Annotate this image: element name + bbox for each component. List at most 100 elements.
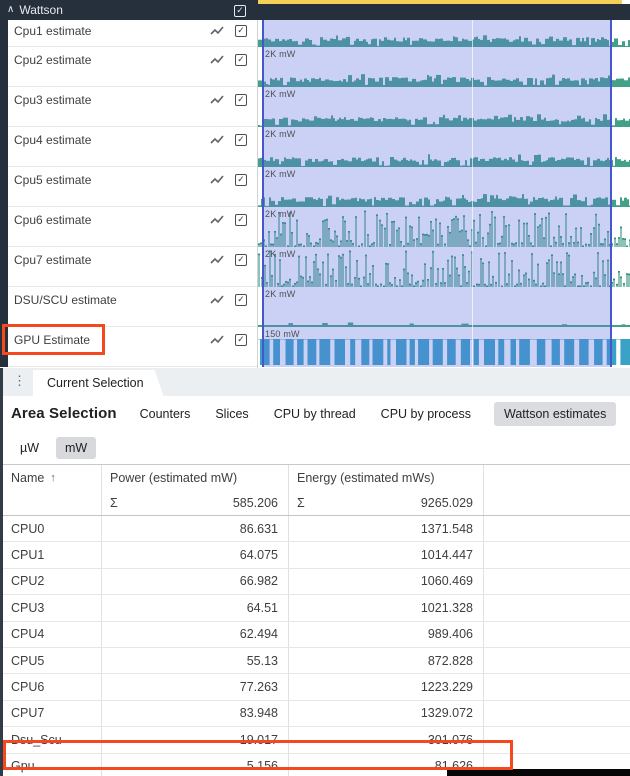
track-checkbox[interactable]: ✓ <box>235 334 247 346</box>
unit-toggle-µw[interactable]: µW <box>11 437 48 459</box>
track-group-header: ∧ Wattson ✓ <box>0 0 630 20</box>
filler-cell <box>483 569 630 594</box>
group-checkbox[interactable]: ✓ <box>234 5 246 17</box>
track-checkbox[interactable]: ✓ <box>235 134 247 146</box>
track-name-row[interactable]: Cpu4 estimate ✓ <box>8 127 257 167</box>
panel-menu-icon[interactable]: ⋮ <box>13 374 26 387</box>
track-checkbox[interactable]: ✓ <box>235 294 247 306</box>
name-cell: CPU0 <box>3 516 101 541</box>
minimap-end <box>622 0 630 4</box>
track-name-label: Cpu5 estimate <box>14 173 200 187</box>
table-row-dsu_scu: Dsu_Scu19.017301.076 <box>3 727 630 753</box>
line-chart-icon <box>210 95 225 105</box>
column-header-filler <box>483 465 630 490</box>
table-row-cpu4: CPU462.494989.406 <box>3 622 630 648</box>
track-name-label: Cpu7 estimate <box>14 253 200 267</box>
track-name-row[interactable]: DSU/SCU estimate✓ <box>8 287 257 327</box>
track-name-row[interactable]: Cpu3 estimate ✓ <box>8 87 257 127</box>
track-name-row[interactable]: Cpu6 estimate ✓ <box>8 207 257 247</box>
energy-cell: 1223.229 <box>288 674 483 699</box>
wattson-group-header[interactable]: ∧ Wattson ✓ <box>0 0 258 20</box>
name-cell: CPU4 <box>3 622 101 647</box>
filler-cell <box>483 701 630 726</box>
power-cell: 66.982 <box>101 569 288 594</box>
track-checkbox[interactable]: ✓ <box>235 94 247 106</box>
line-chart-icon <box>210 215 225 225</box>
power-cell: 64.075 <box>101 542 288 567</box>
detail-tab-wattson-estimates[interactable]: Wattson estimates <box>494 402 616 426</box>
column-header-energy[interactable]: Energy (estimated mWs) <box>288 465 483 490</box>
table-row-cpu3: CPU364.511021.328 <box>3 595 630 621</box>
track-checkbox[interactable]: ✓ <box>235 174 247 186</box>
track-checkbox[interactable]: ✓ <box>235 54 247 66</box>
filler-cell <box>483 648 630 673</box>
name-cell: CPU7 <box>3 701 101 726</box>
table-header-row: Name ↑ Power (estimated mW) Energy (esti… <box>3 465 630 490</box>
filler-cell <box>483 622 630 647</box>
unit-toggle-mw[interactable]: mW <box>56 437 96 459</box>
line-chart-icon <box>210 335 225 345</box>
line-chart-icon <box>210 55 225 65</box>
track-name-row[interactable]: Cpu1 estimate✓ <box>8 20 257 47</box>
table-sum-row: Σ 585.206 Σ 9265.029 <box>3 490 630 516</box>
detail-tab-slices[interactable]: Slices <box>213 402 250 426</box>
track-name-label: Cpu2 estimate <box>14 53 200 67</box>
track-checkbox[interactable]: ✓ <box>235 25 247 37</box>
wattson-table: Name ↑ Power (estimated mW) Energy (esti… <box>3 464 630 776</box>
line-chart-icon <box>210 175 225 185</box>
line-chart-icon <box>210 295 225 305</box>
energy-cell: 1371.548 <box>288 516 483 541</box>
track-rows: Cpu1 estimate✓Cpu2 estimate✓Cpu3 estimat… <box>0 20 630 368</box>
detail-tab-cpu-by-thread[interactable]: CPU by thread <box>272 402 358 426</box>
track-name-label: Cpu6 estimate <box>14 213 200 227</box>
track-name-row[interactable]: Cpu7 estimate ✓ <box>8 247 257 287</box>
track-scale-label: 2K mW <box>265 89 296 99</box>
track-name-label: Cpu3 estimate <box>14 93 200 107</box>
collapse-caret-icon[interactable]: ∧ <box>7 5 14 15</box>
track-scale-label: 2K mW <box>265 169 296 179</box>
track-checkbox[interactable]: ✓ <box>235 254 247 266</box>
panel-title: Area Selection <box>11 405 117 422</box>
table-row-cpu0: CPU086.6311371.548 <box>3 516 630 542</box>
tab-current-selection[interactable]: Current Selection <box>33 370 164 396</box>
track-name-row[interactable]: GPU Estimate✓ <box>8 327 257 367</box>
sigma-icon: Σ <box>110 496 118 510</box>
track-scale-label: 2K mW <box>265 49 296 59</box>
track-name-panel: Cpu1 estimate✓Cpu2 estimate✓Cpu3 estimat… <box>0 20 258 368</box>
column-header-power[interactable]: Power (estimated mW) <box>101 465 288 490</box>
unit-toggle-group: µW mW <box>3 431 630 464</box>
minimap-strip[interactable] <box>258 0 622 4</box>
energy-cell: 872.828 <box>288 648 483 673</box>
line-chart-icon <box>210 135 225 145</box>
column-header-name[interactable]: Name ↑ <box>3 465 101 490</box>
name-cell: CPU1 <box>3 542 101 567</box>
energy-cell: 1014.447 <box>288 542 483 567</box>
track-scale-label: 2K mW <box>265 249 296 259</box>
detail-tab-cpu-by-process[interactable]: CPU by process <box>379 402 473 426</box>
group-indicator-bar <box>0 20 8 367</box>
energy-total-cell: Σ 9265.029 <box>288 490 483 515</box>
table-row-cpu5: CPU555.13872.828 <box>3 648 630 674</box>
power-cell: 5.156 <box>101 754 288 776</box>
track-name-label: Cpu4 estimate <box>14 133 200 147</box>
details-tabbar: ⋮ Current Selection <box>3 368 630 396</box>
track-name-row[interactable]: Cpu2 estimate ✓ <box>8 47 257 87</box>
detail-tab-counters[interactable]: Counters <box>138 402 193 426</box>
name-cell: CPU2 <box>3 569 101 594</box>
energy-cell: 989.406 <box>288 622 483 647</box>
power-cell: 55.13 <box>101 648 288 673</box>
track-checkbox[interactable]: ✓ <box>235 214 247 226</box>
track-chart-area[interactable]: 2K mW2K mW2K mW2K mW2K mW2K mW2K mW150 m… <box>258 20 630 368</box>
track-name-row[interactable]: Cpu5 estimate ✓ <box>8 167 257 207</box>
power-cell: 64.51 <box>101 595 288 620</box>
sigma-icon: Σ <box>297 496 305 510</box>
area-selection-overlay[interactable] <box>262 20 612 367</box>
energy-cell: 1329.072 <box>288 701 483 726</box>
line-chart-icon <box>210 26 225 36</box>
filler-cell <box>483 542 630 567</box>
filler-cell <box>483 674 630 699</box>
power-cell: 86.631 <box>101 516 288 541</box>
power-cell: 62.494 <box>101 622 288 647</box>
power-cell: 77.263 <box>101 674 288 699</box>
line-chart-icon <box>210 255 225 265</box>
